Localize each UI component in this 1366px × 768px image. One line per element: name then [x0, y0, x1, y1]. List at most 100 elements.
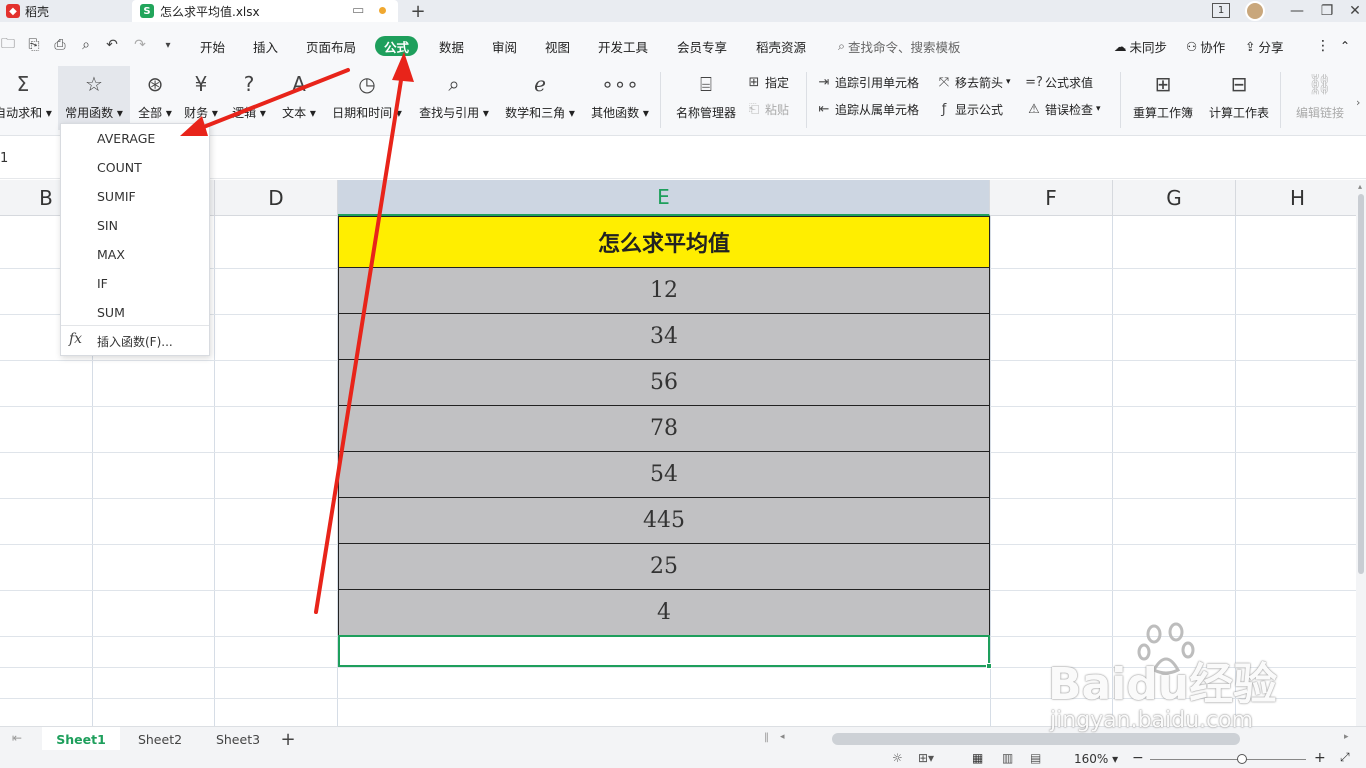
table-title-cell[interactable]: 怎么求平均值 — [338, 216, 990, 268]
scroll-right-icon[interactable]: ▸ — [1344, 732, 1349, 742]
menu-item-average[interactable]: AVERAGE — [97, 128, 155, 148]
table-row[interactable]: 12 — [338, 268, 990, 314]
autosum-button[interactable]: Σ 自动求和 ▾ — [0, 66, 52, 130]
menu-item-max[interactable]: MAX — [97, 244, 125, 264]
column-header-g[interactable]: G — [1113, 180, 1236, 216]
finance-button[interactable]: ¥ 财务 ▾ — [180, 66, 222, 130]
menu-item-daoke-resources[interactable]: 稻壳资源 — [756, 36, 806, 56]
paste-name-button[interactable]: ⎗ 粘贴 — [746, 99, 789, 119]
undo-icon[interactable]: ↶ — [104, 37, 120, 53]
menu-item-page-layout[interactable]: 页面布局 — [306, 36, 356, 56]
reading-view-icon[interactable]: ▤ — [1030, 751, 1041, 765]
menu-item-member[interactable]: 会员专享 — [677, 36, 727, 56]
menu-item-if[interactable]: IF — [97, 273, 108, 293]
zoom-slider-handle[interactable] — [1237, 754, 1247, 764]
command-search[interactable]: ⌕ 查找命令、搜索模板 — [838, 36, 961, 56]
menu-item-sin[interactable]: SIN — [97, 215, 118, 235]
column-header-d[interactable]: D — [215, 180, 338, 216]
name-box[interactable]: 1 — [0, 151, 8, 166]
tab-document[interactable]: S 怎么求平均值.xlsx ▭ — [132, 0, 398, 22]
other-functions-button[interactable]: ∘∘∘ 其他函数 ▾ — [586, 66, 654, 130]
tab-sheet1[interactable]: Sheet1 — [42, 727, 120, 751]
tab-sheet2[interactable]: Sheet2 — [122, 727, 198, 751]
column-header-e[interactable]: E — [338, 180, 990, 216]
print-preview-icon[interactable]: ⌕ — [78, 37, 94, 53]
insert-function-item[interactable]: 插入函数(F)... — [97, 331, 173, 351]
name-manager-button[interactable]: ⌸ 名称管理器 — [670, 66, 742, 130]
close-icon[interactable]: ✕ — [1340, 0, 1366, 22]
zoom-slider[interactable] — [1150, 759, 1306, 760]
menu-item-sum[interactable]: SUM — [97, 302, 125, 322]
display-mode-icon[interactable]: ⊞▾ — [918, 751, 934, 765]
restore-icon[interactable]: ❐ — [1312, 0, 1342, 22]
error-check-button[interactable]: ⚠ 错误检查 ▾ — [1026, 99, 1100, 119]
zoom-out-button[interactable]: − — [1132, 750, 1144, 766]
remove-arrows-button[interactable]: ⤧ 移去箭头 ▾ — [936, 72, 1011, 92]
logic-button[interactable]: ? 逻辑 ▾ — [228, 66, 270, 130]
minimize-icon[interactable]: — — [1282, 0, 1312, 22]
monitor-icon[interactable]: ▭ — [352, 3, 364, 18]
tab-splitter-icon[interactable]: ‖ — [764, 732, 769, 743]
table-row[interactable]: 56 — [338, 360, 990, 406]
eval-formula-button[interactable]: =? 公式求值 — [1025, 72, 1093, 92]
eye-protect-icon[interactable]: ☼ — [892, 751, 903, 765]
column-header-f[interactable]: F — [990, 180, 1113, 216]
recalc-workbook-button[interactable]: ⊞ 重算工作簿 — [1128, 66, 1198, 130]
tab-sheet3[interactable]: Sheet3 — [200, 727, 276, 751]
menu-item-data[interactable]: 数据 — [439, 36, 464, 56]
table-row[interactable]: 25 — [338, 544, 990, 590]
save-icon[interactable]: 🗀 — [0, 36, 16, 53]
trace-precedents-button[interactable]: ⇥ 追踪引用单元格 — [816, 72, 919, 92]
new-tab-button[interactable]: + — [408, 0, 428, 22]
print-icon[interactable]: ⎙ — [52, 37, 68, 53]
menu-item-count[interactable]: COUNT — [97, 157, 142, 177]
add-sheet-button[interactable]: + — [278, 727, 298, 751]
specify-button[interactable]: ⊞ 指定 — [746, 72, 789, 92]
math-button[interactable]: ℯ 数学和三角 ▾ — [500, 66, 580, 130]
collapse-ribbon-icon[interactable]: ⌃ — [1340, 36, 1350, 56]
menu-item-insert[interactable]: 插入 — [253, 36, 278, 56]
table-row[interactable]: 78 — [338, 406, 990, 452]
text-button[interactable]: A 文本 ▾ — [278, 66, 320, 130]
calc-sheet-button[interactable]: ⊟ 计算工作表 — [1204, 66, 1274, 130]
share-button[interactable]: ⇪ 分享 — [1245, 36, 1284, 56]
common-functions-button[interactable]: ☆ 常用函数 ▾ — [58, 66, 130, 130]
show-formulas-button[interactable]: ƒ 显示公式 — [936, 99, 1003, 119]
scroll-left-icon[interactable]: ◂ — [780, 732, 785, 742]
table-row[interactable]: 445 — [338, 498, 990, 544]
menu-item-review[interactable]: 审阅 — [492, 36, 517, 56]
zoom-in-button[interactable]: + — [1314, 750, 1326, 766]
collab-button[interactable]: ⚇ 协作 — [1186, 36, 1225, 56]
tab-home[interactable]: ◆ 稻壳 — [0, 0, 128, 22]
redo-icon[interactable]: ↷ — [132, 37, 148, 53]
page-break-view-icon[interactable]: ▥ — [1002, 751, 1013, 765]
menu-item-view[interactable]: 视图 — [545, 36, 570, 56]
fill-handle[interactable] — [986, 663, 992, 669]
fullscreen-icon[interactable]: ⤢ — [1340, 750, 1350, 765]
avatar[interactable] — [1245, 1, 1265, 21]
lookup-button[interactable]: ⌕ 查找与引用 ▾ — [414, 66, 494, 130]
menu-item-sumif[interactable]: SUMIF — [97, 186, 136, 206]
table-row[interactable]: 4 — [338, 590, 990, 636]
more-menu-icon[interactable]: ⋮ — [1316, 36, 1330, 56]
zoom-level[interactable]: 160% ▾ — [1074, 752, 1118, 766]
ribbon-scroll-right-icon[interactable]: › — [1356, 96, 1360, 109]
trace-dependents-button[interactable]: ⇤ 追踪从属单元格 — [816, 99, 919, 119]
sheet-nav-icon[interactable]: ⇤ — [12, 731, 22, 745]
normal-view-icon[interactable]: ▦ — [972, 751, 983, 765]
more-icon[interactable]: ▾ — [160, 37, 176, 53]
menu-item-formula[interactable]: 公式 — [375, 36, 419, 56]
column-header-h[interactable]: H — [1236, 180, 1356, 216]
sync-button[interactable]: ☁ 未同步 — [1114, 36, 1167, 56]
table-row[interactable]: 34 — [338, 314, 990, 360]
all-functions-button[interactable]: ⊛ 全部 ▾ — [134, 66, 176, 130]
vertical-scroll-thumb[interactable] — [1358, 194, 1364, 574]
active-cell[interactable] — [338, 635, 992, 669]
menu-item-home[interactable]: 开始 — [200, 36, 225, 56]
menu-item-developer[interactable]: 开发工具 — [598, 36, 648, 56]
scroll-up-icon[interactable]: ▴ — [1358, 182, 1362, 191]
table-row[interactable]: 54 — [338, 452, 990, 498]
vertical-scrollbar[interactable]: ▴ — [1356, 180, 1366, 726]
window-count-badge[interactable]: 1 — [1212, 3, 1230, 18]
datetime-button[interactable]: ◷ 日期和时间 ▾ — [326, 66, 408, 130]
